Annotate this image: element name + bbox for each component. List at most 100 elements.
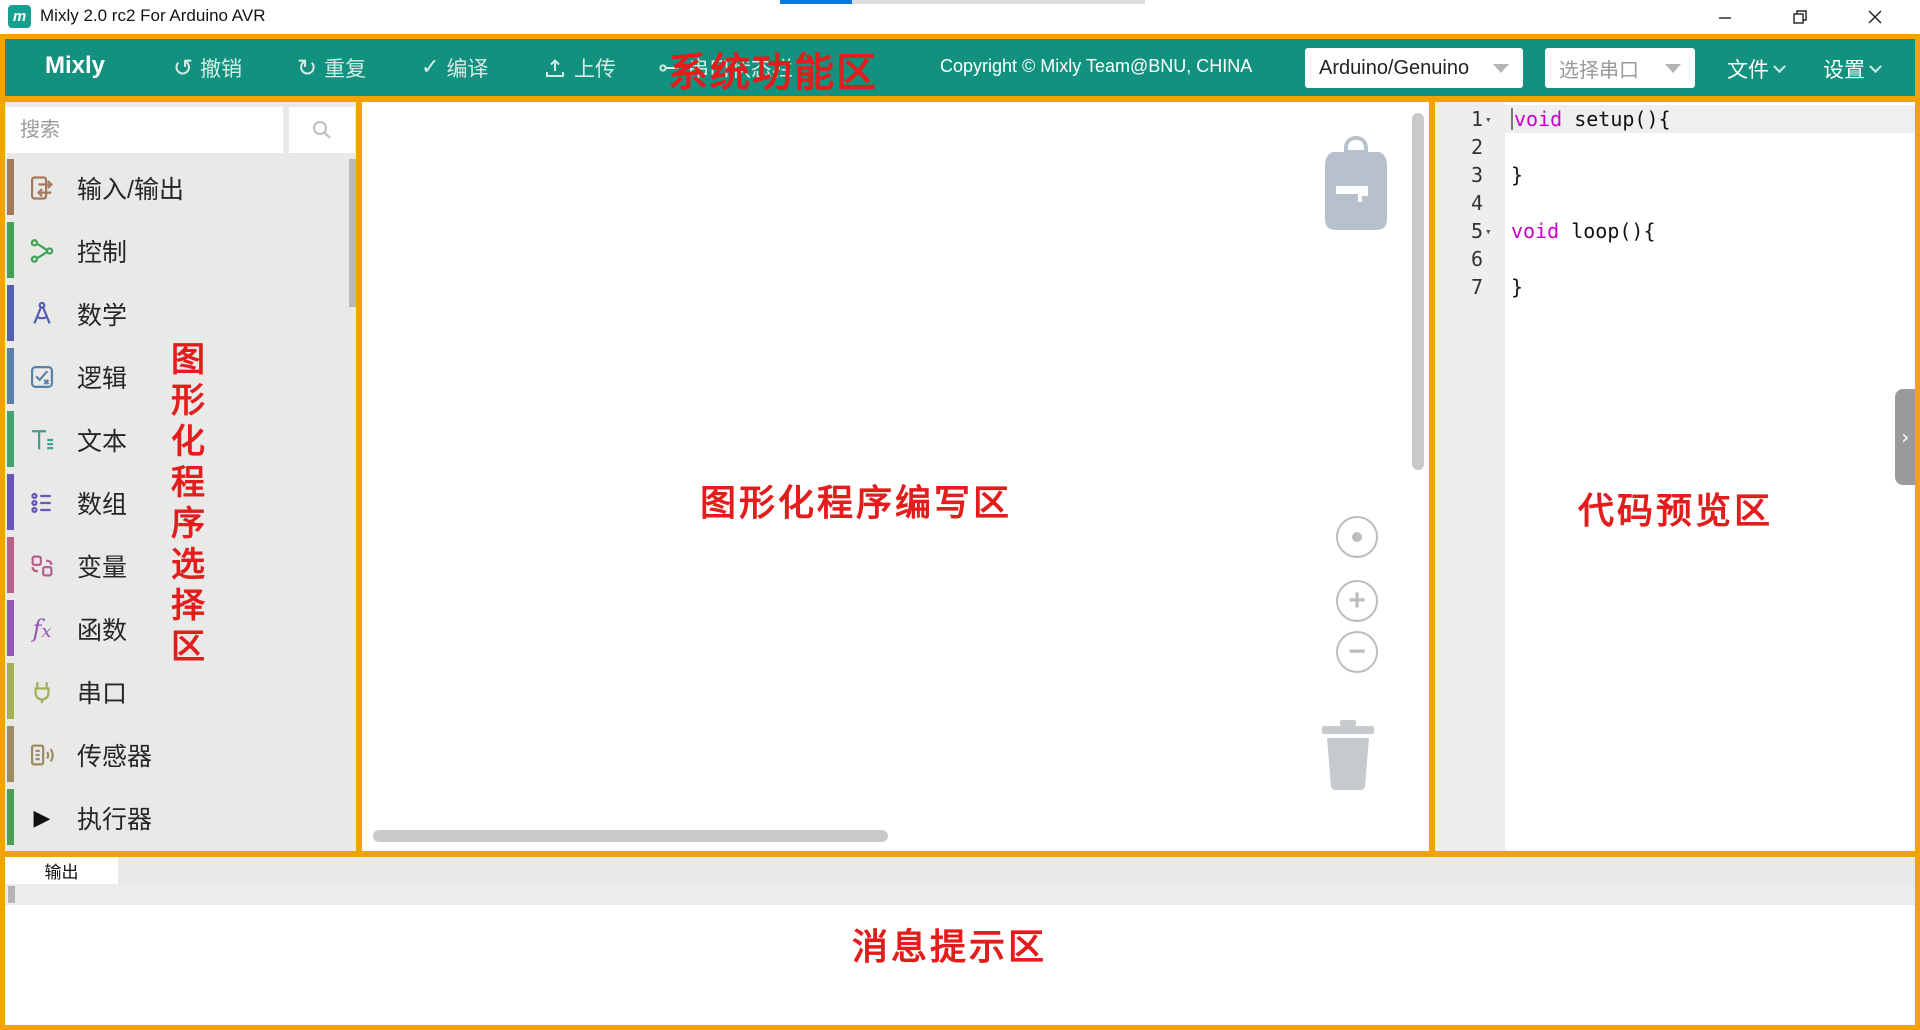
code-line-3[interactable]: 3} (1435, 161, 1915, 189)
chevron-down-icon (1493, 64, 1509, 73)
canvas-vertical-scrollbar[interactable] (1412, 113, 1424, 470)
category-label: 文本 (77, 422, 127, 458)
restore-button[interactable] (1777, 2, 1823, 32)
category-label: 传感器 (77, 737, 152, 773)
line-number: 4 (1471, 191, 1483, 215)
function-icon: fx (27, 614, 57, 644)
file-menu[interactable]: 文件 (1727, 54, 1784, 84)
category-label: 输入/输出 (77, 170, 184, 206)
window-controls (1690, 0, 1910, 34)
chevron-down-icon (1869, 60, 1882, 73)
logic-icon (27, 362, 57, 392)
category-color-strip (7, 726, 14, 782)
category-label: 数组 (77, 485, 127, 521)
line-number: 5 (1471, 219, 1483, 243)
code-line-4[interactable]: 4 (1435, 189, 1915, 217)
serial-icon (657, 56, 681, 80)
port-select-value: 选择串口 (1559, 54, 1639, 83)
category-color-strip (7, 285, 14, 341)
sidebar-item-actuator[interactable]: ▶执行器 (5, 786, 356, 849)
variable-icon (27, 551, 57, 581)
minus-icon: − (1348, 637, 1366, 667)
zoom-out-button[interactable]: − (1336, 631, 1378, 673)
toolbar-item-label: 上传 (574, 53, 616, 83)
category-color-strip (7, 474, 14, 530)
toolbar-item-upload[interactable]: 上传 (543, 39, 616, 96)
check-icon: ✓ (421, 55, 439, 80)
window-title: Mixly 2.0 rc2 For Arduino AVR (40, 6, 266, 26)
title-progress-gray-bar (852, 0, 1145, 4)
array-icon (27, 488, 57, 518)
category-label: 控制 (77, 233, 127, 269)
code-line-1[interactable]: 1▾void setup(){ (1435, 105, 1915, 133)
chevron-right-icon: › (1899, 425, 1911, 449)
code-line-6[interactable]: 6 (1435, 245, 1915, 273)
sidebar-item-text[interactable]: 文本 (5, 408, 356, 471)
main-row: 输入/输出控制数学逻辑文本数组变量 fx 函数串口传感器 ▶执行器 + (5, 102, 1915, 851)
line-number: 7 (1471, 275, 1483, 299)
board-select-value: Arduino/Genuino (1319, 57, 1469, 80)
output-scroll-strip (5, 884, 1915, 905)
category-color-strip (7, 789, 14, 845)
workspace-canvas[interactable]: + − (362, 102, 1429, 851)
port-select-dropdown[interactable]: 选择串口 (1545, 48, 1695, 88)
line-number: 6 (1471, 247, 1483, 271)
toolbar-item-label: 重复 (324, 53, 366, 83)
sidebar-item-sensor[interactable]: 传感器 (5, 723, 356, 786)
category-color-strip (7, 348, 14, 404)
sidebar-item-math[interactable]: 数学 (5, 282, 356, 345)
toolbar-item-redo[interactable]: ↻重复 (297, 39, 366, 96)
tab-output[interactable]: 输出 (5, 857, 118, 884)
zoom-center-button[interactable] (1336, 516, 1378, 558)
serial-port-icon (27, 677, 57, 707)
code-line-7[interactable]: 7} (1435, 273, 1915, 301)
board-select-dropdown[interactable]: Arduino/Genuino (1305, 48, 1523, 88)
toolbar-item-compile[interactable]: ✓ 编译 (421, 39, 488, 96)
category-list: 输入/输出控制数学逻辑文本数组变量 fx 函数串口传感器 ▶执行器 (5, 156, 356, 849)
io-icon (27, 173, 57, 203)
toolbar-item-serial-status[interactable]: 串口状态栏 (657, 39, 793, 96)
search-input[interactable] (6, 107, 283, 153)
toolbar-item-label: 编译 (446, 53, 488, 83)
sidebar-item-serial[interactable]: 串口 (5, 660, 356, 723)
toolbar-item-undo[interactable]: ↺撤销 (173, 39, 242, 96)
code-line-5[interactable]: 5▾void loop(){ (1435, 217, 1915, 245)
code-preview-panel: 1▾void setup(){23}45▾void loop(){67} › (1435, 102, 1915, 851)
category-label: 函数 (77, 611, 127, 647)
trash-icon[interactable] (1320, 718, 1376, 790)
text-icon (27, 425, 57, 455)
chevron-down-icon (1665, 64, 1681, 73)
plus-icon: + (1348, 586, 1366, 616)
search-icon (311, 119, 333, 141)
search-button[interactable] (289, 107, 355, 153)
output-tabbar: 输出 (5, 857, 1915, 884)
collapse-panel-button[interactable]: › (1895, 389, 1915, 485)
backpack-icon[interactable] (1320, 134, 1392, 232)
close-button[interactable] (1852, 2, 1898, 32)
settings-menu[interactable]: 设置 (1823, 54, 1880, 84)
title-bar: m Mixly 2.0 rc2 For Arduino AVR (0, 0, 1920, 34)
sidebar-item-variable[interactable]: 变量 (5, 534, 356, 597)
zoom-in-button[interactable]: + (1336, 580, 1378, 622)
sensor-icon (27, 740, 57, 770)
control-icon (27, 236, 57, 266)
minimize-button[interactable] (1702, 2, 1748, 32)
sidebar-item-function[interactable]: fx 函数 (5, 597, 356, 660)
category-label: 数学 (77, 296, 127, 332)
sidebar-item-control[interactable]: 控制 (5, 219, 356, 282)
line-number: 2 (1471, 135, 1483, 159)
output-area: 输出 (5, 857, 1915, 1025)
category-label: 串口 (77, 674, 127, 710)
code-line-2[interactable]: 2 (1435, 133, 1915, 161)
sidebar-item-array[interactable]: 数组 (5, 471, 356, 534)
output-scrollbar-thumb[interactable] (8, 886, 15, 903)
copyright-text: Copyright © Mixly Team@BNU, CHINA (940, 56, 1252, 77)
actuator-icon: ▶ (27, 803, 57, 833)
sidebar-item-logic[interactable]: 逻辑 (5, 345, 356, 408)
upload-icon (543, 56, 567, 80)
sidebar-item-io[interactable]: 输入/输出 (5, 156, 356, 219)
toolbar-item-label: 串口状态栏 (688, 53, 793, 83)
app-window: m Mixly 2.0 rc2 For Arduino AVR Mixly ↺撤… (0, 0, 1920, 1030)
category-label: 变量 (77, 548, 127, 584)
canvas-horizontal-scrollbar[interactable] (373, 830, 888, 842)
